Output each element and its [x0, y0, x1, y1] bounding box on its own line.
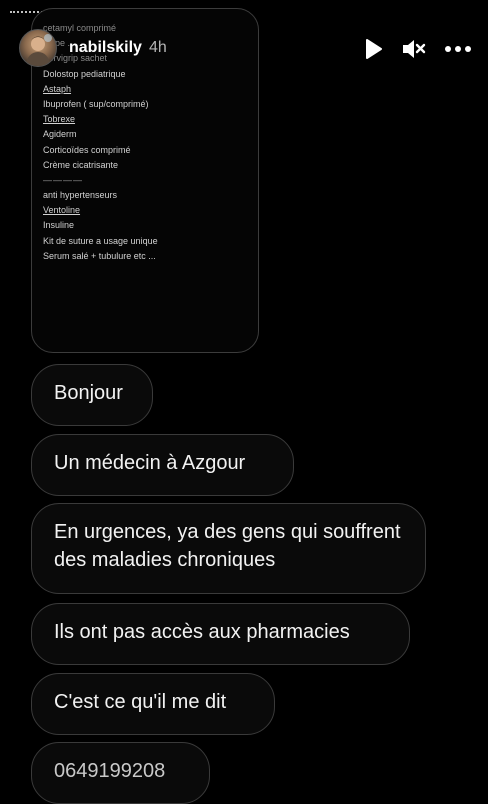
- message-bubble: 0649199208: [31, 742, 210, 804]
- message-bubble: Ils ont pas accès aux pharmacies: [31, 603, 410, 665]
- medication-item: Insuline: [43, 220, 75, 231]
- avatar[interactable]: [19, 29, 57, 67]
- medication-item: anti hypertenseurs: [43, 190, 118, 201]
- message-text: En urgences, ya des gens qui souffrent d…: [54, 521, 401, 571]
- mute-icon[interactable]: [400, 36, 426, 62]
- play-icon[interactable]: [360, 36, 386, 62]
- medication-item: Agiderm: [43, 129, 77, 140]
- medication-item: Ibuprofen ( sup/comprimé): [43, 98, 149, 109]
- profile-photo-icon: [25, 34, 52, 66]
- medication-item: Astaph: [43, 83, 72, 94]
- message-text: C'est ce qu'il me dit: [54, 691, 227, 713]
- medication-item: Crème cicatrisante: [43, 159, 119, 170]
- message-text: Un médecin à Azgour: [54, 452, 246, 474]
- message-text: Ils ont pas accès aux pharmacies: [54, 621, 350, 643]
- medication-item: Ventoline: [43, 205, 81, 216]
- more-icon[interactable]: [444, 36, 472, 62]
- medication-item: Tobrexe: [43, 114, 76, 125]
- medication-item: Corticoïdes comprimé: [43, 144, 131, 155]
- message-bubble: C'est ce qu'il me dit: [31, 673, 275, 735]
- medication-item: Kit de suture a usage unique: [43, 235, 158, 246]
- message-text: Bonjour: [54, 382, 123, 404]
- message-bubble: Un médecin à Azgour: [31, 434, 294, 496]
- medication-item: ————: [43, 174, 83, 185]
- username[interactable]: nabilskily: [69, 39, 142, 57]
- message-bubble: En urgences, ya des gens qui souffrent d…: [31, 503, 426, 594]
- message-bubble: Bonjour: [31, 364, 153, 426]
- medication-item: Serum salé + tubulure etc ...: [43, 250, 156, 261]
- phone-number: 0649199208: [54, 760, 166, 782]
- story-time: 4h: [149, 39, 167, 56]
